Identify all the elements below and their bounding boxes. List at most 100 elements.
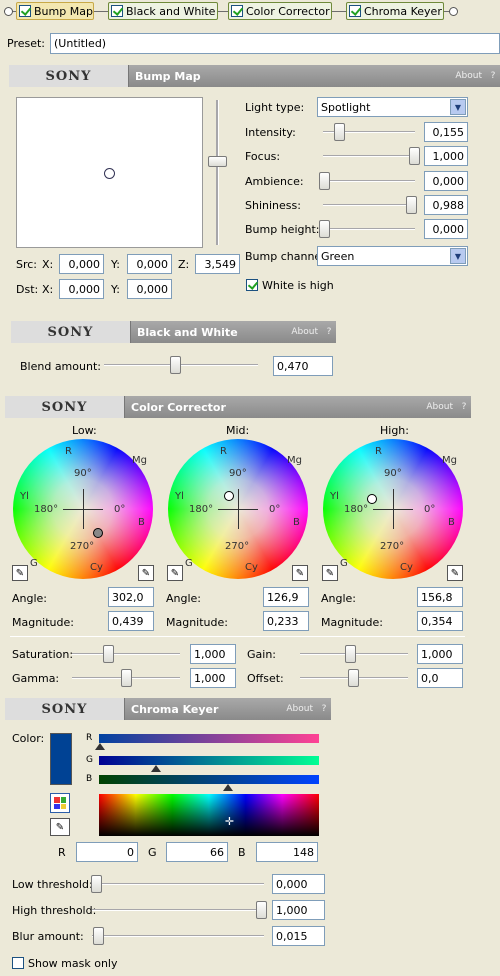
low-angle-field[interactable]: 302,0 — [108, 587, 154, 607]
key-color-swatch[interactable] — [50, 733, 72, 785]
b-marker[interactable] — [223, 784, 233, 791]
label-270: 270° — [225, 541, 250, 552]
b-channel-label: B — [86, 774, 93, 784]
high-magnitude-label: Magnitude: — [321, 616, 383, 629]
g-value-field[interactable]: 66 — [166, 842, 228, 862]
chain-tab-color-corrector[interactable]: Color Corrector — [228, 2, 332, 20]
bump-channel-value: Green — [321, 249, 355, 263]
r-value-field[interactable]: 0 — [76, 842, 138, 862]
focus-slider[interactable] — [409, 147, 420, 165]
z-slider-thumb[interactable] — [208, 156, 227, 167]
r-marker[interactable] — [95, 743, 105, 750]
offset-field[interactable]: 0,0 — [417, 668, 463, 688]
help-icon[interactable]: ? — [486, 71, 500, 81]
gamma-slider[interactable] — [121, 669, 132, 687]
black-white-enable-checkbox[interactable] — [111, 5, 123, 17]
panel-title: Bump Map — [135, 69, 201, 83]
palette-icon[interactable] — [50, 793, 70, 813]
color-corrector-enable-checkbox[interactable] — [231, 5, 243, 17]
about-link[interactable]: About — [291, 327, 322, 337]
chain-tab-bump-map[interactable]: Bump Map — [16, 2, 94, 20]
help-icon[interactable]: ? — [322, 327, 336, 337]
low-wheel-cursor[interactable] — [93, 528, 103, 538]
low-threshold-field[interactable]: 0,000 — [272, 874, 325, 894]
chain-tab-chroma-keyer[interactable]: Chroma Keyer — [346, 2, 444, 20]
low-threshold-slider[interactable] — [91, 875, 102, 893]
mid-magnitude-field[interactable]: 0,233 — [263, 611, 309, 631]
chain-tab-black-and-white[interactable]: Black and White — [108, 2, 218, 20]
chain-end-node — [449, 7, 458, 16]
high-angle-field[interactable]: 156,8 — [417, 587, 463, 607]
light-position-handle[interactable] — [104, 168, 115, 179]
high-threshold-field[interactable]: 1,000 — [272, 900, 325, 920]
high-magnitude-field[interactable]: 0,354 — [417, 611, 463, 631]
src-x-field[interactable]: 0,000 — [59, 254, 104, 274]
bump-map-enable-checkbox[interactable] — [19, 5, 31, 17]
color-spectrum[interactable] — [99, 794, 319, 836]
sony-logo: SONY — [5, 698, 125, 720]
white-is-high-checkbox[interactable] — [246, 279, 258, 291]
preset-field[interactable]: (Untitled) — [50, 33, 500, 54]
low-magnitude-field[interactable]: 0,439 — [108, 611, 154, 631]
help-icon[interactable]: ? — [317, 704, 331, 714]
shininess-field[interactable]: 0,988 — [424, 195, 468, 215]
saturation-slider[interactable] — [103, 645, 114, 663]
gamma-field[interactable]: 1,000 — [190, 668, 236, 688]
eyedropper-icon[interactable]: ✎ — [167, 565, 183, 581]
about-link[interactable]: About — [426, 402, 457, 412]
eyedropper-icon[interactable]: ✎ — [138, 565, 154, 581]
palette-cell — [60, 797, 66, 803]
src-y-field[interactable]: 0,000 — [127, 254, 172, 274]
high-threshold-slider[interactable] — [256, 901, 267, 919]
show-mask-only-checkbox[interactable] — [12, 957, 24, 969]
g-gradient-bar[interactable] — [99, 756, 319, 765]
label-r: R — [65, 446, 72, 457]
high-wheel-cursor[interactable] — [367, 494, 377, 504]
eyedropper-icon[interactable]: ✎ — [12, 565, 28, 581]
ambience-field[interactable]: 0,000 — [424, 171, 468, 191]
eyedropper-icon[interactable]: ✎ — [292, 565, 308, 581]
about-link[interactable]: About — [455, 71, 486, 81]
blur-amount-slider[interactable] — [93, 927, 104, 945]
blend-field[interactable]: 0,470 — [273, 356, 333, 376]
blend-slider[interactable] — [170, 356, 181, 374]
ambience-label: Ambience: — [245, 175, 304, 188]
ambience-slider[interactable] — [319, 172, 330, 190]
gain-field[interactable]: 1,000 — [417, 644, 463, 664]
help-icon[interactable]: ? — [457, 402, 471, 412]
mid-angle-field[interactable]: 126,9 — [263, 587, 309, 607]
eyedropper-icon[interactable]: ✎ — [322, 565, 338, 581]
offset-slider[interactable] — [348, 669, 359, 687]
eyedropper-icon[interactable]: ✎ — [50, 818, 70, 836]
r-gradient-bar[interactable] — [99, 734, 319, 743]
blur-amount-label: Blur amount: — [12, 930, 84, 943]
b-value-field[interactable]: 148 — [256, 842, 318, 862]
blur-amount-field[interactable]: 0,015 — [272, 926, 325, 946]
intensity-slider[interactable] — [334, 123, 345, 141]
chevron-down-icon[interactable]: ▼ — [450, 248, 466, 264]
b-gradient-bar[interactable] — [99, 775, 319, 784]
spectrum-crosshair-icon[interactable]: ✛ — [224, 816, 235, 827]
bump-channel-select[interactable]: Green — [317, 246, 468, 266]
g-marker[interactable] — [151, 765, 161, 772]
about-link[interactable]: About — [286, 704, 317, 714]
light-type-select[interactable]: Spotlight — [317, 97, 468, 117]
eyedropper-icon[interactable]: ✎ — [447, 565, 463, 581]
gain-slider[interactable] — [345, 645, 356, 663]
r-channel-label: R — [86, 733, 93, 743]
sony-logo: SONY — [11, 321, 131, 343]
label-cy: Cy — [245, 562, 258, 573]
saturation-field[interactable]: 1,000 — [190, 644, 236, 664]
chroma-keyer-enable-checkbox[interactable] — [349, 5, 361, 17]
dst-y-field[interactable]: 0,000 — [127, 279, 172, 299]
focus-field[interactable]: 1,000 — [424, 146, 468, 166]
bump-height-field[interactable]: 0,000 — [424, 219, 468, 239]
bump-height-slider[interactable] — [319, 220, 330, 238]
chevron-down-icon[interactable]: ▼ — [450, 99, 466, 115]
shininess-slider[interactable] — [406, 196, 417, 214]
src-z-field[interactable]: 3,549 — [195, 254, 240, 274]
intensity-field[interactable]: 0,155 — [424, 122, 468, 142]
mid-wheel-cursor[interactable] — [224, 491, 234, 501]
dst-x-field[interactable]: 0,000 — [59, 279, 104, 299]
focus-label: Focus: — [245, 150, 281, 163]
